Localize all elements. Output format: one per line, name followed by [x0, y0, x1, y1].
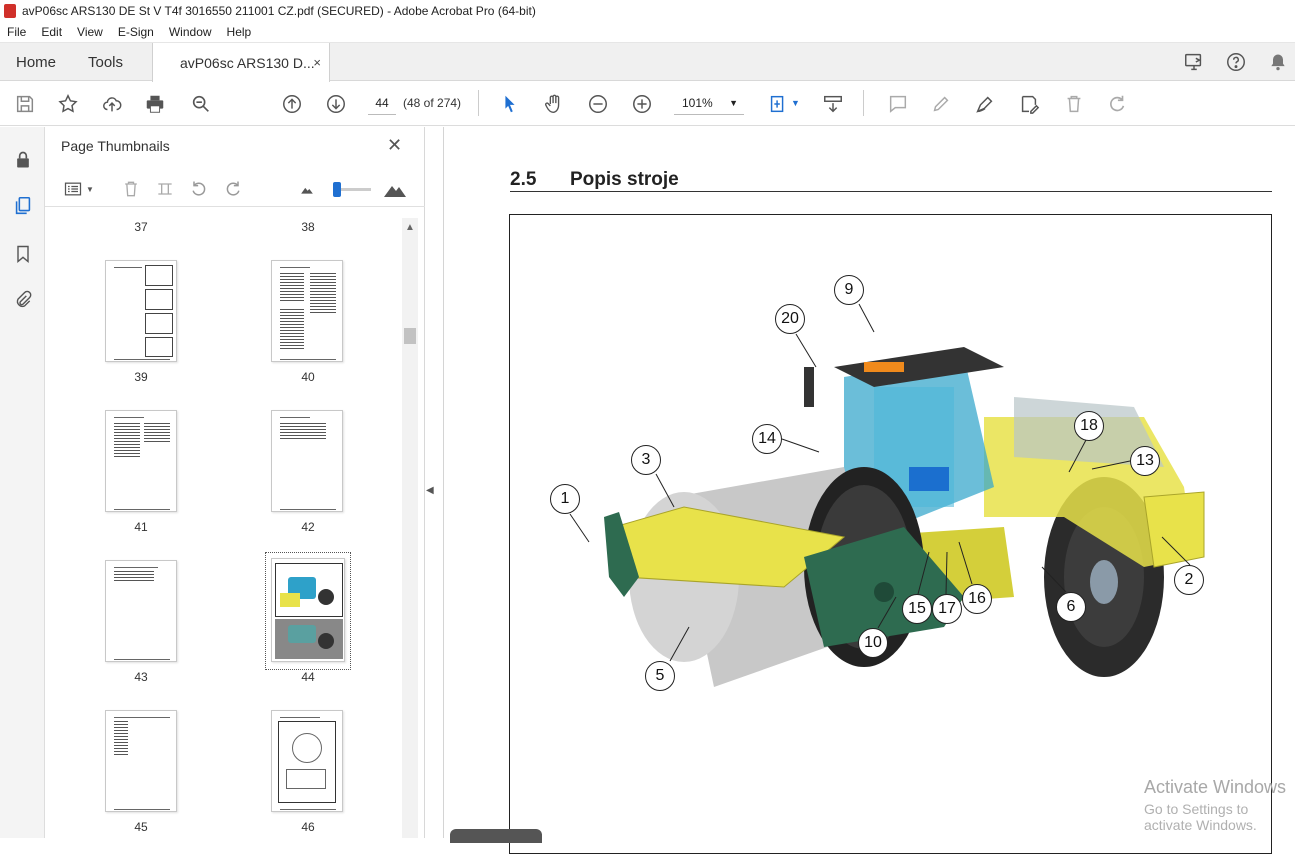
toolbar-separator: [478, 90, 479, 116]
help-icon[interactable]: [1224, 50, 1248, 74]
thumbnail-label-selected: 44: [301, 670, 315, 684]
delete-trash-icon[interactable]: [1061, 91, 1087, 117]
zoom-in-icon[interactable]: [629, 91, 655, 117]
thumbnail-page-40[interactable]: [271, 260, 343, 362]
zoom-out-icon[interactable]: [585, 91, 611, 117]
menu-view[interactable]: View: [70, 25, 111, 39]
collapse-panel-arrow-icon[interactable]: ◀: [426, 485, 434, 496]
comment-icon[interactable]: [885, 91, 911, 117]
toolbar-separator: [863, 90, 864, 116]
thumbnail-page-41[interactable]: [105, 410, 177, 512]
thumbnail-scrollbar[interactable]: ▲: [402, 218, 418, 838]
chevron-down-icon[interactable]: ▼: [86, 185, 94, 194]
window-title: avP06sc ARS130 DE St V T4f 3016550 21100…: [22, 4, 536, 18]
page-thumbnails-panel: Page Thumbnails ✕ ▼ 37 38 39 40 41 42 43…: [45, 127, 425, 838]
callout-leader-lines: [569, 303, 1191, 662]
select-cursor-icon[interactable]: [497, 91, 523, 117]
scroll-up-arrow-icon[interactable]: ▲: [405, 222, 415, 233]
thumbnail-label: 42: [301, 520, 315, 534]
thumbnail-label: 37: [134, 220, 148, 234]
bookmark-star-icon[interactable]: [55, 91, 81, 117]
next-page-icon[interactable]: [323, 91, 349, 117]
thumbnail-page-42[interactable]: [271, 410, 343, 512]
thumbnail-label: 46: [301, 820, 315, 834]
share-screen-icon[interactable]: [1182, 50, 1206, 74]
rotate-counterclockwise-icon[interactable]: [187, 177, 211, 201]
highlight-pen-icon[interactable]: [928, 91, 954, 117]
thumbnail-label: 38: [301, 220, 315, 234]
print-icon[interactable]: [142, 91, 168, 117]
thumbnail-label: 45: [134, 820, 148, 834]
thumbnail-label: 41: [134, 520, 148, 534]
scrollbar-thumb[interactable]: [404, 328, 416, 344]
tab-document-label: avP06sc ARS130 D...: [180, 54, 315, 71]
menu-file[interactable]: File: [0, 25, 34, 39]
previous-page-icon[interactable]: [279, 91, 305, 117]
tab-document[interactable]: avP06sc ARS130 D... ×: [152, 43, 330, 82]
menu-bar: File Edit View E-Sign Window Help: [0, 22, 1295, 43]
close-icon[interactable]: ✕: [387, 135, 402, 156]
activate-windows-subtitle: Go to Settings to activate Windows.: [1144, 801, 1257, 833]
delete-page-icon[interactable]: [119, 177, 143, 201]
page-thumbnails-icon[interactable]: [10, 193, 36, 219]
thumbnail-size-slider[interactable]: [333, 182, 371, 197]
activate-windows-title: Activate Windows: [1144, 777, 1287, 797]
tab-home[interactable]: Home: [16, 43, 56, 81]
page-count-label: (48 of 274): [403, 96, 462, 110]
thumbnail-label: 43: [134, 670, 148, 684]
zoom-level-select[interactable]: 101% ▼: [674, 91, 744, 115]
save-icon[interactable]: [12, 91, 38, 117]
acrobat-logo-icon: [4, 4, 16, 18]
thumbnail-page-45[interactable]: [105, 710, 177, 812]
scroll-mode-icon[interactable]: [820, 91, 846, 117]
title-bar: avP06sc ARS130 DE St V T4f 3016550 21100…: [0, 0, 1295, 22]
thumbnail-options-icon[interactable]: [61, 177, 85, 201]
tab-bar: Home Tools avP06sc ARS130 D... ×: [0, 43, 1295, 82]
attachments-paperclip-icon[interactable]: [10, 287, 36, 313]
menu-esign[interactable]: E-Sign: [111, 25, 162, 39]
redo-icon[interactable]: [1104, 91, 1130, 117]
chevron-down-icon: ▼: [729, 98, 738, 108]
thumbnail-page-44-selected[interactable]: [271, 558, 345, 662]
find-zoom-icon[interactable]: [188, 91, 214, 117]
slider-handle[interactable]: [333, 182, 341, 197]
upload-cloud-icon[interactable]: [99, 91, 125, 117]
thumbnail-list: 37 38 39 40 41 42 43 44 45 46: [45, 208, 401, 838]
bookmarks-icon[interactable]: [10, 241, 36, 267]
zoom-level-value: 101%: [682, 96, 713, 110]
large-thumbnails-icon[interactable]: [383, 177, 407, 201]
small-thumbnails-icon[interactable]: [295, 177, 319, 201]
security-lock-icon[interactable]: [10, 147, 36, 173]
thumbnail-label: 39: [134, 370, 148, 384]
hand-tool-icon[interactable]: [541, 91, 567, 117]
draw-pen-icon[interactable]: [972, 91, 998, 117]
thumbnail-page-39[interactable]: [105, 260, 177, 362]
thumbnail-page-46[interactable]: [271, 710, 343, 812]
main-toolbar: ▼: [0, 82, 1295, 126]
thumbnail-page-43[interactable]: [105, 560, 177, 662]
page-fit-dropdown-icon[interactable]: ▼: [791, 98, 800, 108]
menu-help[interactable]: Help: [220, 25, 260, 39]
document-viewer[interactable]: 2.5 Popis stroje 1 2 3 5 6 9 10 13 14 15…: [443, 127, 1295, 854]
page-size-indicator: [450, 829, 542, 843]
extract-page-icon[interactable]: [153, 177, 177, 201]
notifications-bell-icon[interactable]: [1266, 50, 1290, 74]
edit-text-icon[interactable]: [1016, 91, 1042, 117]
rotate-clockwise-icon[interactable]: [221, 177, 245, 201]
tab-close-icon[interactable]: ×: [313, 55, 321, 70]
menu-edit[interactable]: Edit: [34, 25, 70, 39]
document-page: 2.5 Popis stroje 1 2 3 5 6 9 10 13 14 15…: [444, 127, 1295, 854]
page-number-input[interactable]: 44: [368, 91, 396, 115]
tab-tools[interactable]: Tools: [88, 43, 123, 81]
left-navigation-rail: [0, 127, 45, 838]
thumbnail-label: 40: [301, 370, 315, 384]
menu-window[interactable]: Window: [162, 25, 220, 39]
panel-title: Page Thumbnails: [61, 138, 170, 154]
thumbnail-toolbar: ▼: [45, 171, 425, 207]
page-fit-icon[interactable]: [765, 91, 791, 117]
